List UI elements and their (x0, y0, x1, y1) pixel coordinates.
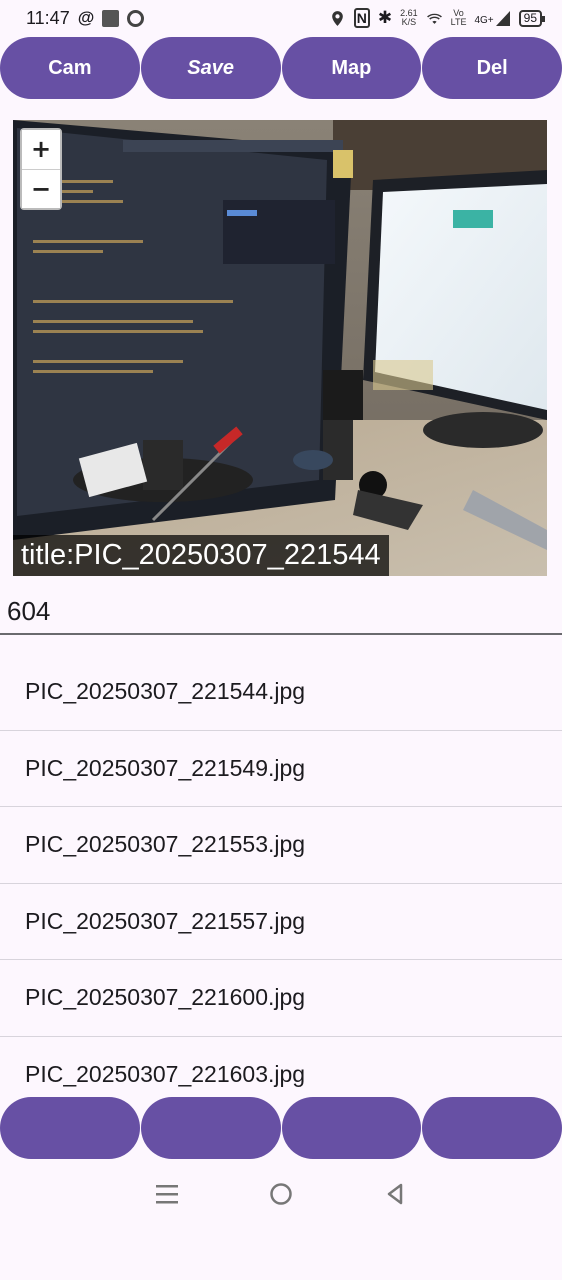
home-button[interactable] (266, 1179, 296, 1209)
zoom-controls: + − (20, 128, 62, 210)
zoom-in-button[interactable]: + (22, 130, 60, 169)
list-item[interactable]: PIC_20250307_221553.jpg (0, 807, 562, 884)
back-triangle-icon (387, 1183, 403, 1205)
nfc-icon: N (353, 8, 370, 28)
delete-button[interactable]: Del (422, 37, 562, 99)
signal-bars-icon (495, 11, 510, 26)
status-right: N ✱ 2.61 K/S Vo LTE 4G+ 95 (329, 8, 546, 28)
app-notification-icon (102, 9, 120, 27)
list-item[interactable]: PIC_20250307_221549.jpg (0, 731, 562, 807)
network-speed-unit: K/S (401, 17, 417, 27)
back-button[interactable] (380, 1179, 410, 1209)
bottom-toolbar (0, 1097, 562, 1159)
home-circle-icon (270, 1183, 292, 1205)
bottom-button-2[interactable] (140, 1097, 281, 1159)
battery-icon: 95 (518, 9, 546, 27)
zoom-out-button[interactable]: − (22, 168, 60, 208)
photo-image (13, 120, 547, 576)
system-nav-bar (0, 1162, 562, 1226)
location-icon (331, 10, 343, 26)
count-field-underline (0, 633, 562, 635)
menu-icon (156, 1185, 178, 1204)
list-item[interactable]: PIC_20250307_221544.jpg (0, 654, 562, 731)
list-item[interactable]: PIC_20250307_221600.jpg (0, 960, 562, 1037)
save-button[interactable]: Save (140, 37, 281, 99)
target-icon (127, 9, 145, 27)
bottom-button-3[interactable] (281, 1097, 422, 1159)
signal-type: 4G+ (474, 15, 494, 26)
bluetooth-icon: ✱ (377, 8, 393, 27)
network-speed: 2.61 K/S (400, 9, 418, 27)
status-left: 11:47 @ (26, 7, 145, 29)
list-item[interactable]: PIC_20250307_221603.jpg (0, 1037, 562, 1098)
bottom-button-4[interactable] (422, 1097, 562, 1159)
battery-level: 95 (523, 10, 537, 25)
cam-button[interactable]: Cam (0, 37, 140, 99)
recents-button[interactable] (152, 1179, 182, 1209)
status-bar: 11:47 @ N ✱ 2.61 K/S Vo LTE 4G+ 95 (0, 0, 562, 36)
list-item[interactable]: PIC_20250307_221557.jpg (0, 884, 562, 960)
status-time: 11:47 (26, 7, 70, 28)
map-button[interactable]: Map (281, 37, 422, 99)
count-field[interactable]: 604 (7, 596, 50, 627)
volte-indicator: Vo LTE (451, 9, 467, 27)
wifi-icon (426, 13, 442, 24)
photo-viewer[interactable] (13, 120, 547, 576)
bottom-button-1[interactable] (0, 1097, 140, 1159)
top-toolbar: Cam Save Map Del (0, 37, 562, 99)
file-list: PIC_20250307_221544.jpg PIC_20250307_221… (0, 654, 562, 1097)
at-icon: @ (77, 8, 95, 27)
photo-title-caption: title:PIC_20250307_221544 (13, 535, 389, 576)
volte-bottom: LTE (450, 17, 467, 27)
signal-indicator: 4G+ (474, 10, 510, 26)
